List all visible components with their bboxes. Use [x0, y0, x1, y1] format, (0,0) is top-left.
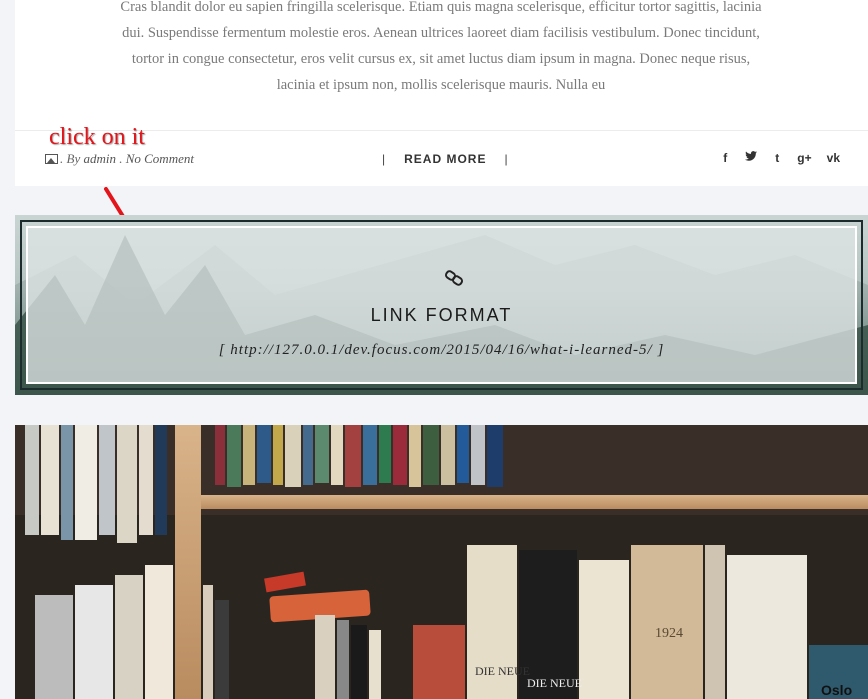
- post-card: Cras blandit dolor eu sapien fringilla s…: [15, 0, 868, 186]
- bookshelf-image: DIE NEUE DIE NEUE 1924 Oslo: [15, 425, 868, 699]
- separator: |: [382, 152, 387, 166]
- excerpt-line: dui. Suspendisse fermentum molestie eros…: [122, 25, 760, 41]
- excerpt-line: tortor in congue consectetur, eros velit…: [131, 51, 751, 67]
- google-plus-icon[interactable]: g+: [797, 151, 811, 165]
- link-format-post[interactable]: LINK FORMAT [ http://127.0.0.1/dev.focus…: [15, 215, 868, 395]
- image-icon: [45, 154, 58, 164]
- post-excerpt: Cras blandit dolor eu sapien fringilla s…: [85, 0, 797, 98]
- book-spine-text: DIE NEUE: [527, 676, 582, 690]
- link-frame: LINK FORMAT [ http://127.0.0.1/dev.focus…: [20, 220, 863, 390]
- bookshelf-photo: DIE NEUE DIE NEUE 1924 Oslo: [15, 425, 868, 699]
- read-more-link[interactable]: READ MORE: [404, 152, 486, 166]
- social-share: f t g+ vk: [720, 151, 840, 165]
- book-spine-text: 1924: [655, 626, 683, 641]
- link-url[interactable]: [ http://127.0.0.1/dev.focus.com/2015/04…: [28, 342, 855, 359]
- meta-dot: .: [119, 151, 123, 166]
- facebook-icon[interactable]: f: [720, 151, 730, 165]
- vk-icon[interactable]: vk: [827, 151, 840, 165]
- link-title: LINK FORMAT: [370, 305, 513, 325]
- book-spine-text: Oslo: [821, 682, 852, 698]
- by-label: . By: [60, 151, 81, 166]
- tumblr-icon[interactable]: t: [772, 151, 782, 165]
- twitter-icon[interactable]: [745, 151, 758, 165]
- post-meta: . By admin . No Comment: [45, 151, 194, 167]
- comments-link[interactable]: No Comment: [126, 151, 194, 167]
- link-inner: LINK FORMAT [ http://127.0.0.1/dev.focus…: [26, 226, 857, 384]
- excerpt-line: lacinia et ipsum non, mollis scelerisque…: [276, 77, 606, 93]
- separator: |: [504, 152, 509, 166]
- chain-link-icon: [444, 270, 464, 286]
- author-link[interactable]: admin: [83, 151, 116, 167]
- excerpt-line: Cras blandit dolor eu sapien fringilla s…: [120, 0, 762, 15]
- read-more-area: | READ MORE |: [382, 152, 509, 166]
- book-spine-text: DIE NEUE: [475, 664, 530, 678]
- annotation-label: click on it: [49, 124, 145, 150]
